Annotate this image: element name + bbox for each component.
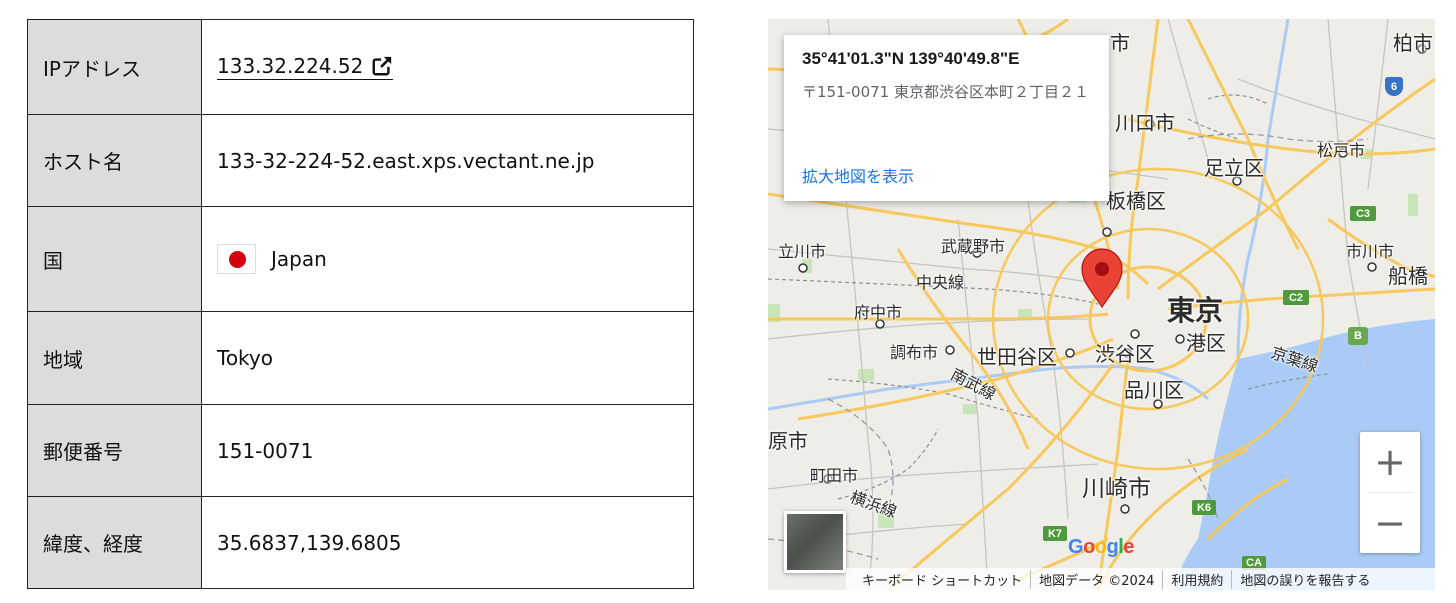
row-value-region: Tokyo: [201, 311, 694, 405]
popup-coordinates: 35°41'01.3"N 139°40'49.8"E: [802, 49, 1020, 68]
row-value-ip: 133.32.224.52: [201, 19, 694, 115]
map-label-shinagawa: 品川区: [1124, 378, 1184, 402]
map-label-itabashi: 板橋区: [1106, 189, 1166, 213]
map-label-setagaya: 世田谷区: [977, 345, 1057, 369]
logo-letter: o: [1083, 536, 1095, 558]
ip-info-table: IPアドレス 133.32.224.52 ホスト名 133-32-224-52.…: [27, 19, 694, 589]
zoom-controls: + −: [1360, 432, 1420, 553]
map-label-chofu: 調布市: [890, 343, 939, 362]
row-label-ip: IPアドレス: [27, 19, 202, 115]
map-label-funabashi: 船橋: [1388, 264, 1428, 288]
map-label-kawasaki: 川崎市: [1082, 476, 1151, 502]
external-link-icon: [372, 56, 392, 76]
route-badge-c3: C3: [1350, 206, 1376, 221]
row-value-country: Japan: [201, 206, 694, 312]
logo-letter: G: [1068, 536, 1084, 558]
table-row: 郵便番号 151-0071: [27, 404, 694, 497]
location-marker-icon[interactable]: [1081, 248, 1123, 309]
map-label-fuchu: 府中市: [854, 303, 903, 322]
map-label-kawaguchi: 川口市: [1115, 111, 1175, 135]
table-row: 緯度、経度 35.6837,139.6805: [27, 496, 694, 589]
zoom-in-button[interactable]: +: [1360, 432, 1420, 492]
row-label-postal: 郵便番号: [27, 404, 202, 497]
row-value-postal: 151-0071: [201, 404, 694, 497]
route-badge-k7: K7: [1043, 526, 1067, 541]
map-label-minato: 港区: [1186, 331, 1226, 355]
report-map-error-link[interactable]: 地図の誤りを報告する: [1231, 569, 1378, 589]
map-label-machida: 町田市: [810, 466, 859, 485]
map-label-harashi: 原市: [768, 429, 808, 453]
map-label-tokyo: 東京: [1167, 294, 1224, 327]
map-label-adachi: 足立区: [1204, 156, 1264, 180]
map-label-matsudo: 松戸市: [1317, 141, 1366, 160]
ip-address-link[interactable]: 133.32.224.52: [217, 54, 394, 80]
embedded-map[interactable]: 東京 川口市 足立区 板橋区 武蔵野市 立川市 中央線 府中市 調布市 世田谷区…: [768, 19, 1435, 590]
map-label-chuo-line: 中央線: [916, 273, 965, 292]
logo-letter: e: [1123, 536, 1134, 558]
terms-link[interactable]: 利用規約: [1162, 569, 1231, 589]
map-label-kashiwa: 柏市: [1393, 31, 1433, 55]
route-badge-b: B: [1348, 327, 1368, 345]
table-row: IPアドレス 133.32.224.52: [27, 19, 694, 115]
zoom-out-button[interactable]: −: [1360, 493, 1420, 553]
map-label-shibuya: 渋谷区: [1095, 342, 1155, 366]
route-badge-c2: C2: [1283, 290, 1309, 305]
row-label-hostname: ホスト名: [27, 114, 202, 207]
row-label-country: 国: [27, 206, 202, 312]
map-data-attribution: 地図データ ©2024: [1030, 569, 1162, 589]
logo-letter: o: [1094, 536, 1107, 558]
row-label-region: 地域: [27, 311, 202, 405]
row-label-latlng: 緯度、経度: [27, 496, 202, 589]
row-value-hostname: 133-32-224-52.east.xps.vectant.ne.jp: [201, 114, 694, 207]
view-larger-map-link[interactable]: 拡大地図を表示: [802, 163, 914, 187]
google-logo: Google: [1068, 536, 1134, 559]
map-label-musashino: 武蔵野市: [941, 237, 1006, 256]
table-row: ホスト名 133-32-224-52.east.xps.vectant.ne.j…: [27, 114, 694, 207]
keyboard-shortcuts-button[interactable]: キーボード ショートカット: [854, 570, 1030, 589]
route-badge-6: 6: [1385, 77, 1403, 96]
map-info-popup: 35°41'01.3"N 139°40'49.8"E 〒151-0071 東京都…: [784, 35, 1109, 201]
popup-address: 〒151-0071 東京都渋谷区本町２丁目２１: [802, 83, 1089, 101]
map-type-toggle-thumbnail[interactable]: [784, 511, 846, 573]
table-row: 国 Japan: [27, 206, 694, 312]
ip-address-text: 133.32.224.52: [217, 54, 364, 78]
map-label-tachikawa: 立川市: [778, 242, 827, 261]
row-value-latlng: 35.6837,139.6805: [201, 496, 694, 589]
logo-letter: g: [1106, 536, 1119, 558]
table-row: 地域 Tokyo: [27, 311, 694, 405]
map-footer-bar: キーボード ショートカット 地図データ ©2024 利用規約 地図の誤りを報告す…: [846, 568, 1435, 590]
route-badge-k6: K6: [1192, 500, 1216, 515]
map-label-top-city: 市: [1110, 31, 1130, 55]
japan-flag-icon: [217, 244, 256, 274]
country-name: Japan: [271, 247, 327, 271]
map-label-ichikawa: 市川市: [1346, 242, 1395, 261]
